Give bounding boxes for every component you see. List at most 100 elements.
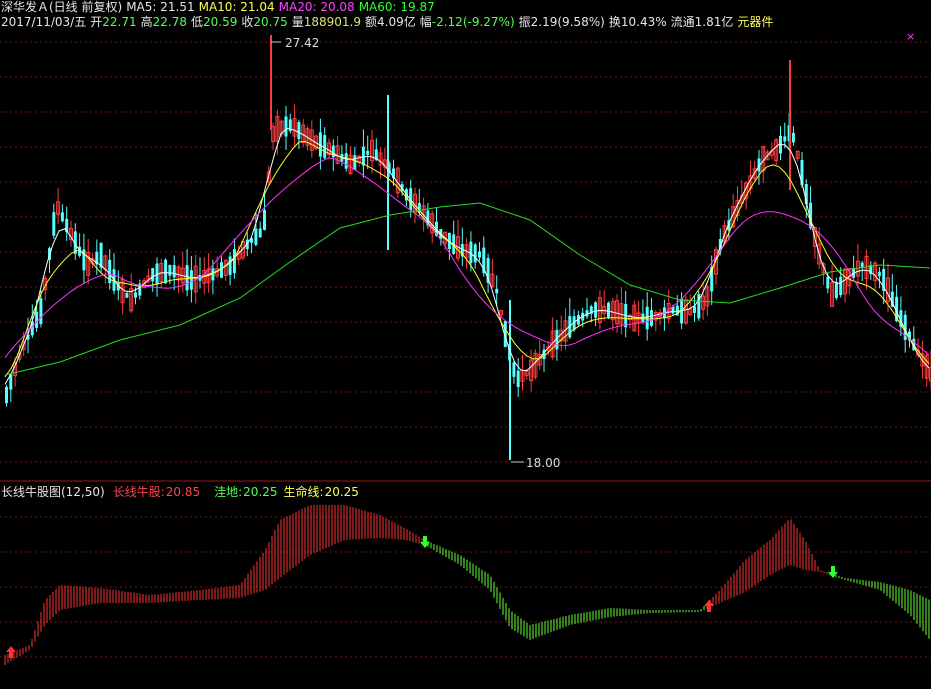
candlestick <box>370 129 374 174</box>
candlestick <box>206 252 211 293</box>
candlestick <box>589 304 593 323</box>
candlestick <box>155 257 159 297</box>
candlestick <box>120 275 125 315</box>
candlestick <box>258 221 262 238</box>
candlestick-series <box>5 35 931 460</box>
candlestick <box>464 237 469 269</box>
candlestick <box>108 249 112 290</box>
candlestick <box>382 147 387 177</box>
candlestick <box>65 206 69 241</box>
bull-value: 20.85 <box>165 485 201 499</box>
candlestick <box>520 354 525 391</box>
candlestick <box>486 253 490 293</box>
candlestick <box>602 290 607 322</box>
candlestick <box>791 126 795 146</box>
candlestick <box>774 138 779 165</box>
candlestick <box>228 252 232 286</box>
high-marker: 27.42 <box>271 36 319 50</box>
candlestick <box>761 145 766 183</box>
candlestick <box>82 233 86 284</box>
candlestick <box>138 279 142 300</box>
candlestick <box>693 295 696 322</box>
candlestick <box>843 267 847 303</box>
candlestick <box>533 349 538 380</box>
candlestick <box>864 249 869 290</box>
candlestick <box>697 291 701 321</box>
candlestick <box>834 277 838 301</box>
candlestick <box>610 297 615 331</box>
kline-chart[interactable]: 27.42 18.00 × <box>0 0 931 689</box>
close-cross-icon[interactable]: × <box>906 30 915 43</box>
candlestick <box>550 317 555 360</box>
candlestick <box>597 290 602 330</box>
candlestick <box>529 349 534 392</box>
candlestick <box>516 357 520 397</box>
candlestick <box>688 294 693 316</box>
candlestick <box>624 291 628 338</box>
low-marker: 18.00 <box>511 456 560 470</box>
candlestick <box>650 297 653 328</box>
high-marker-label: 27.42 <box>285 36 319 50</box>
candlestick <box>52 203 56 239</box>
candlestick <box>641 299 645 325</box>
candlestick <box>366 135 370 169</box>
candlestick <box>456 219 460 262</box>
candlestick <box>129 273 134 313</box>
candlestick <box>9 373 13 402</box>
life-value: 20.25 <box>324 485 359 499</box>
candlestick <box>223 259 228 281</box>
candlestick <box>301 119 306 148</box>
candlestick <box>439 229 443 246</box>
candlestick <box>60 204 64 223</box>
candlestick <box>297 119 301 149</box>
candlestick <box>56 188 61 224</box>
candlestick <box>877 267 881 289</box>
candlestick <box>185 249 189 297</box>
candlestick <box>619 287 624 335</box>
candlestick <box>447 232 451 260</box>
candlestick <box>607 301 610 320</box>
candlestick <box>327 138 331 158</box>
candlestick <box>125 291 129 299</box>
candlestick <box>292 104 297 147</box>
indicator-bars <box>4 505 930 665</box>
candlestick <box>348 146 353 175</box>
ma60-line <box>4 202 931 376</box>
candlestick <box>852 255 856 280</box>
candlestick <box>151 267 155 292</box>
candlestick <box>924 351 929 387</box>
candlestick <box>795 150 800 162</box>
indicator-name[interactable]: 长线牛股图(12,50) <box>1 485 105 499</box>
candlestick <box>662 299 666 331</box>
candlestick <box>271 122 276 151</box>
life-label: 生命线: <box>283 485 324 499</box>
candlestick <box>263 194 266 231</box>
ground-value: 20.25 <box>243 485 278 499</box>
candlestick <box>69 220 73 247</box>
ground-label: 洼地: <box>214 485 243 499</box>
candlestick <box>99 242 103 273</box>
low-marker-label: 18.00 <box>526 456 560 470</box>
candlestick <box>537 340 542 370</box>
candlestick <box>288 113 292 134</box>
candlestick <box>705 285 710 317</box>
candlestick <box>78 233 82 258</box>
candlestick <box>460 227 464 267</box>
candlestick <box>869 261 873 281</box>
candlestick <box>478 242 481 261</box>
candlestick <box>899 296 903 336</box>
candlestick <box>666 289 671 324</box>
candlestick <box>112 253 116 295</box>
indicator-header: 长线牛股图(12,50) 长线牛股:20.85 洼地:20.25 生命线:20.25 <box>1 485 363 500</box>
candlestick <box>512 360 516 384</box>
candlestick <box>5 384 8 407</box>
candlestick <box>542 344 546 373</box>
candlestick <box>164 258 168 285</box>
candlestick <box>198 257 202 289</box>
candlestick <box>357 154 362 167</box>
candlestick <box>779 126 782 161</box>
candlestick <box>714 246 718 285</box>
candlestick <box>585 297 589 320</box>
candlestick <box>86 238 91 285</box>
candlestick <box>653 310 658 332</box>
